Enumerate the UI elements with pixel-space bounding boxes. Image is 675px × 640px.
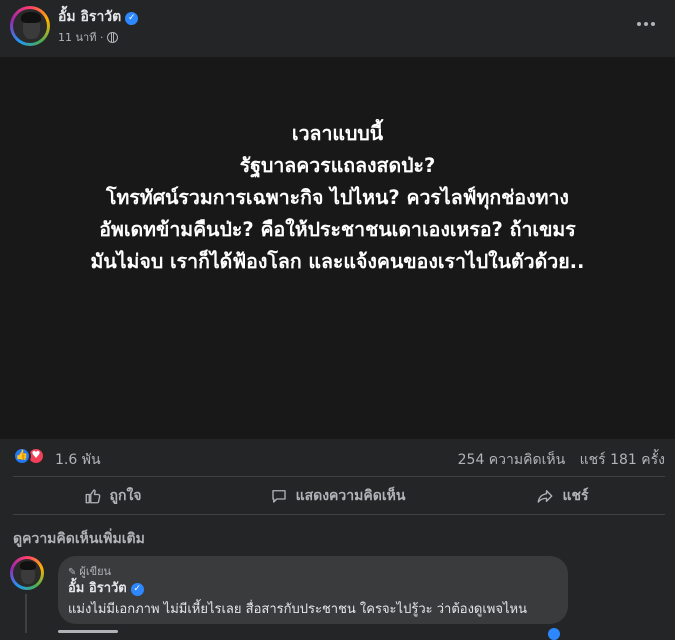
stats-right: 254 ความคิดเห็น แชร์ 181 ครั้ง bbox=[448, 449, 665, 471]
post-actions: ถูกใจ แสดงความคิดเห็น แชร์ bbox=[0, 478, 675, 513]
divider bbox=[13, 514, 665, 515]
post-meta: 11 นาที · bbox=[58, 28, 119, 46]
comment-actions-cutoff bbox=[58, 628, 578, 640]
comment-label: แสดงความคิดเห็น bbox=[295, 487, 406, 504]
verified-badge-icon: ✓ bbox=[130, 583, 144, 596]
dot-icon bbox=[651, 22, 655, 26]
comment-author-name[interactable]: อั้ม อิราวัต bbox=[68, 581, 127, 596]
reaction-icons[interactable]: ♥ 👍 bbox=[13, 447, 49, 465]
comment-text: แม่งไม่มีเอกภาพ ไม่มีเหี้ยไรเลย สื่อสารก… bbox=[68, 602, 527, 617]
comment-button[interactable]: แสดงความคิดเห็น bbox=[225, 478, 450, 513]
dot-icon bbox=[644, 22, 648, 26]
comment-count[interactable]: 254 ความคิดเห็น bbox=[458, 452, 566, 468]
thread-line bbox=[25, 594, 27, 633]
post-text-line: รัฐบาลควรแถลงสดป่ะ? bbox=[239, 154, 436, 177]
author-name-link[interactable]: อั้ม อิราวัต ✓ bbox=[58, 6, 139, 28]
like-reaction-icon: 👍 bbox=[13, 447, 31, 465]
share-label: แชร์ bbox=[562, 487, 589, 504]
post-text-line: เวลาแบบนี้ bbox=[291, 122, 384, 145]
verified-badge-icon: ✓ bbox=[125, 12, 139, 25]
author-avatar[interactable] bbox=[10, 6, 50, 46]
dot-icon bbox=[637, 22, 641, 26]
author-name[interactable]: อั้ม อิราวัต bbox=[58, 9, 121, 25]
share-icon bbox=[538, 489, 553, 503]
comment-bubble: ✎ ผู้เขียน อั้ม อิราวัต ✓ แม่งไม่มีเอกภาพ … bbox=[58, 556, 568, 624]
post-text-line: มันไม่จบ เราก็ได้ฟ้องโลก และแจ้งคนของเรา… bbox=[90, 250, 585, 273]
post-header: อั้ม อิราวัต ✓ 11 นาที · bbox=[0, 0, 675, 57]
post-stats: ♥ 👍 1.6 พัน 254 ความคิดเห็น แชร์ 181 ครั… bbox=[0, 439, 675, 476]
post-text-line: โทรทัศน์รวมการเฉพาะกิจ ไปไหน? ควรไลฟ์ทุก… bbox=[106, 186, 569, 209]
share-count[interactable]: แชร์ 181 ครั้ง bbox=[580, 452, 665, 468]
view-more-comments-link[interactable]: ดูความคิดเห็นเพิ่มเติม bbox=[13, 528, 145, 550]
reaction-count[interactable]: 1.6 พัน bbox=[55, 449, 101, 471]
globe-icon bbox=[107, 32, 119, 43]
commenter-avatar[interactable] bbox=[10, 556, 44, 590]
comment-author[interactable]: อั้ม อิราวัต ✓ bbox=[68, 577, 144, 598]
post-text: เวลาแบบนี้ รัฐบาลควรแถลงสดป่ะ? โทรทัศน์ร… bbox=[0, 118, 675, 278]
share-button[interactable]: แชร์ bbox=[450, 478, 675, 513]
divider bbox=[13, 476, 665, 477]
more-options-button[interactable] bbox=[631, 12, 661, 36]
like-button[interactable]: ถูกใจ bbox=[0, 478, 225, 513]
post-time[interactable]: 11 นาที · bbox=[58, 31, 103, 44]
thumbs-up-icon bbox=[85, 488, 100, 503]
like-label: ถูกใจ bbox=[109, 487, 142, 504]
comment-icon bbox=[271, 489, 286, 503]
post-text-line: อัพเดทข้ามคืนป่ะ? คือให้ประชาชนเดาเองเหร… bbox=[99, 218, 576, 241]
reaction-badge-icon bbox=[548, 628, 560, 640]
